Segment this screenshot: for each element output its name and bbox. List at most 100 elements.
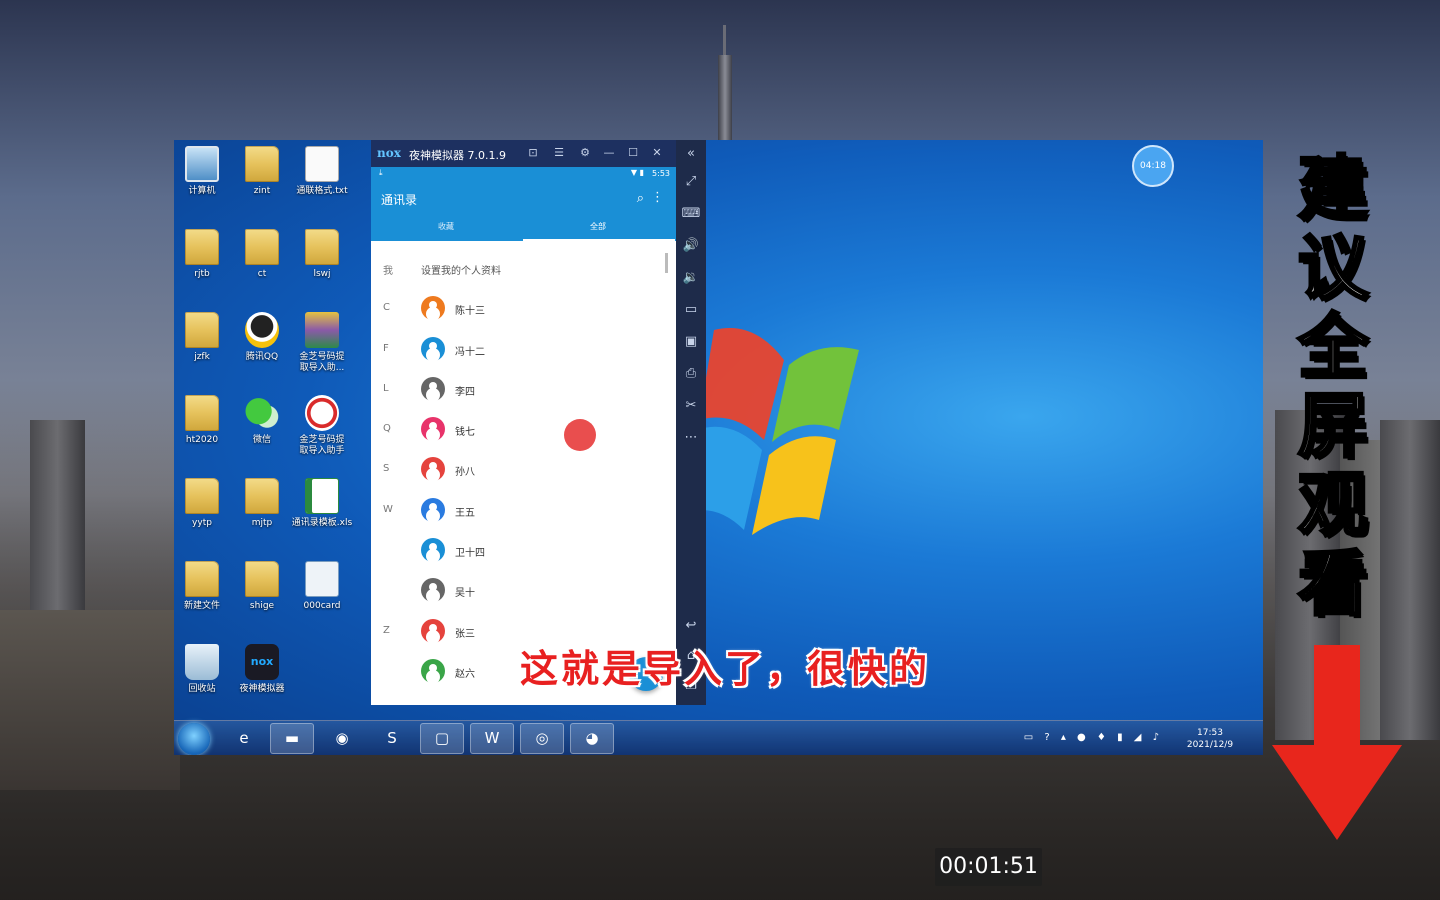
- desktop-icon-label: 腾讯QQ: [245, 352, 279, 362]
- desktop-icon[interactable]: nox 夜神模拟器: [231, 644, 293, 722]
- apk-install-icon[interactable]: ▣: [681, 332, 701, 352]
- volume-down-icon[interactable]: 🔉: [681, 268, 701, 288]
- desktop-icon[interactable]: 计算机: [174, 146, 233, 224]
- contact-name: 李四: [455, 386, 475, 398]
- volume-up-icon[interactable]: 🔊: [681, 236, 701, 256]
- tab-all[interactable]: 全部: [523, 221, 673, 232]
- more-tools-icon[interactable]: ⋯: [681, 428, 701, 448]
- desktop-icon[interactable]: 金芝号码提 取导入助手: [291, 395, 353, 473]
- folder-icon: [245, 561, 279, 597]
- desktop-icon[interactable]: 000card: [291, 561, 353, 639]
- back-icon[interactable]: ↩: [681, 616, 701, 636]
- contact-avatar-icon: [421, 497, 445, 522]
- menu-icon[interactable]: ☰: [551, 145, 567, 161]
- desktop-icon[interactable]: zint: [231, 146, 293, 224]
- collapse-icon[interactable]: «: [681, 144, 701, 164]
- contact-row[interactable]: C 陈十三: [371, 289, 676, 329]
- nox-taskbar-icon[interactable]: ▢: [420, 723, 464, 754]
- desktop-icon-label: 夜神模拟器: [239, 684, 285, 694]
- scissors-icon[interactable]: ✂: [681, 396, 701, 416]
- desktop-icon[interactable]: 新建文件: [174, 561, 233, 639]
- nox-logo: nox: [377, 146, 401, 160]
- section-letter: S: [383, 463, 390, 475]
- chrome-icon[interactable]: ◉: [320, 723, 364, 754]
- qq-icon: [245, 312, 279, 348]
- contact-name: 孙八: [455, 467, 475, 479]
- contact-name: 吴十: [455, 588, 475, 600]
- ie-icon[interactable]: e: [222, 723, 266, 754]
- tray-date: 2021/12/9: [1186, 740, 1234, 750]
- contact-row[interactable]: 吴十: [371, 571, 676, 611]
- desktop-icon[interactable]: 腾讯QQ: [231, 312, 293, 390]
- desktop-icon-label: 通联格式.txt: [296, 186, 348, 196]
- sogou-icon[interactable]: S: [370, 723, 414, 754]
- more-options-icon[interactable]: ⋮: [651, 190, 664, 205]
- section-letter: F: [383, 342, 389, 354]
- contact-row[interactable]: F 冯十二: [371, 330, 676, 370]
- contact-row[interactable]: 卫十四: [371, 531, 676, 571]
- folder-icon: [245, 146, 279, 182]
- fullscreen-icon[interactable]: ⤢: [681, 172, 701, 192]
- section-letter: C: [383, 302, 390, 314]
- desktop-icon-label: 金芝号码提 取导入助手: [299, 435, 345, 456]
- keyboard-icon[interactable]: ⊡: [525, 145, 541, 161]
- contact-name: 陈十三: [455, 306, 485, 318]
- keyboard-map-icon[interactable]: ⌨: [681, 204, 701, 224]
- contact-row[interactable]: S 孙八: [371, 450, 676, 490]
- printer-icon[interactable]: ⎙: [681, 364, 701, 384]
- windows-logo: [694, 328, 859, 535]
- explorer-icon[interactable]: ▬: [270, 723, 314, 754]
- windows-taskbar: e ▬ ◉ S ▢ W ◎ ◕ ▭ ? ▴ ● ♦ ▮ ◢ ♪ 17:53 20…: [174, 720, 1263, 755]
- minimize-icon[interactable]: —: [601, 145, 617, 161]
- signal-battery-icon: ▼ ▮: [630, 168, 644, 177]
- desktop-icon[interactable]: ct: [231, 229, 293, 307]
- desktop-icon[interactable]: 通联格式.txt: [291, 146, 353, 224]
- emulator-sidebar: « ⤢ ⌨ 🔊 🔉 ▭ ▣ ⎙ ✂ ⋯ ↩ ⌂ ❐: [676, 140, 706, 705]
- desktop-icon[interactable]: 回收站: [174, 644, 233, 722]
- maximize-icon[interactable]: ☐: [625, 145, 641, 161]
- tray-clock[interactable]: 17:53 2021/12/9: [1179, 727, 1241, 751]
- emulator-titlebar[interactable]: nox 夜神模拟器 7.0.1.9 ⊡ ☰ ⚙ — ☐ ✕: [371, 140, 676, 167]
- tab-favorites[interactable]: 收藏: [371, 221, 521, 232]
- desktop-icon[interactable]: jzfk: [174, 312, 233, 390]
- search-icon[interactable]: ⌕: [637, 191, 644, 206]
- tray-icons[interactable]: ▭ ? ▴ ● ♦ ▮ ◢ ♪: [1024, 732, 1163, 743]
- desktop-icon[interactable]: mjtp: [231, 478, 293, 556]
- contact-avatar-icon: [421, 336, 445, 361]
- seal-taskbar-icon[interactable]: ◎: [520, 723, 564, 754]
- contact-row[interactable]: Q 钱七: [371, 410, 676, 450]
- contact-row[interactable]: L 李四: [371, 370, 676, 410]
- desktop-icon[interactable]: 金芝号码提 取导入助...: [291, 312, 353, 390]
- desktop-icon[interactable]: 微信: [231, 395, 293, 473]
- video-subtitle: 这就是导入了，很快的: [520, 647, 931, 691]
- desktop-icon[interactable]: yytp: [174, 478, 233, 556]
- desktop-icon[interactable]: 通讯录模板.xls: [291, 478, 353, 556]
- desktop-icon[interactable]: rjtb: [174, 229, 233, 307]
- desktop-icon-label: 000card: [303, 601, 341, 611]
- desktop-icon-label: 微信: [252, 435, 271, 445]
- desktop-icon-grid: 计算机 zint 通联格式.txt rjtb ct lswj jzfk 腾讯QQ 金芝号码提 取…: [174, 140, 374, 720]
- desktop-icon[interactable]: lswj: [291, 229, 353, 307]
- wps-icon[interactable]: W: [470, 723, 514, 754]
- desktop-icon-label: ht2020: [185, 435, 219, 445]
- desktop-icon[interactable]: ht2020: [174, 395, 233, 473]
- android-screen: ⤓ ▼ ▮ 5:53 通讯录 ⌕ ⋮ 收藏 全部 我 设置我的个人资料 C 陈十…: [371, 167, 676, 705]
- close-icon[interactable]: ✕: [649, 145, 665, 161]
- contact-avatar-icon: [421, 417, 445, 442]
- start-button[interactable]: [178, 723, 210, 755]
- contact-row[interactable]: W 王五: [371, 491, 676, 531]
- screen-icon[interactable]: ▭: [681, 300, 701, 320]
- section-letter: L: [383, 382, 389, 394]
- floating-clock-badge[interactable]: 04:18: [1132, 145, 1174, 187]
- qq-taskbar-icon[interactable]: ◕: [570, 723, 614, 754]
- contact-avatar-icon: [421, 618, 445, 643]
- wechat-icon: [245, 395, 279, 431]
- text-file-icon: [305, 146, 339, 182]
- folder-icon: [185, 395, 219, 431]
- my-profile-row[interactable]: 我 设置我的个人资料: [371, 249, 676, 289]
- desktop-icon[interactable]: shige: [231, 561, 293, 639]
- computer-icon: [185, 146, 219, 182]
- desktop-icon-label: 计算机: [188, 186, 216, 196]
- contact-avatar-icon: [421, 457, 445, 482]
- settings-gear-icon[interactable]: ⚙: [577, 145, 593, 161]
